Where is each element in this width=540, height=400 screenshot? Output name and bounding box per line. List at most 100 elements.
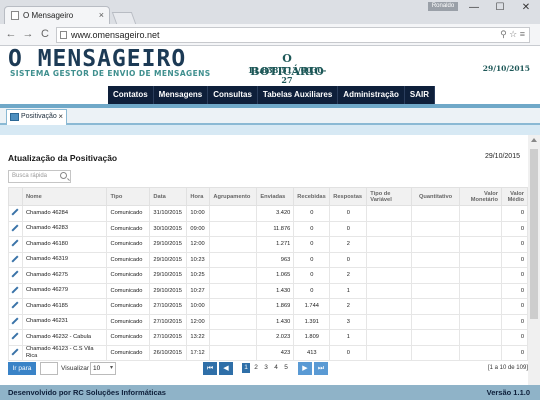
per-page-select[interactable]: 10 [90, 362, 116, 375]
address-bar-area: ← → C www.omensageiro.net ⚲ ☆ ≡ [0, 24, 540, 46]
toolbar-band [0, 125, 540, 135]
table-row[interactable]: Chamado 46279 Comunicado 29/10/2015 10:27 1.… [8, 282, 529, 299]
table-row[interactable]: Chamado 46284 Comunicado 31/10/2015 10:00 3.… [8, 205, 529, 222]
positivacao-table: Nome Tipo Data Hora Agrupamento Enviadas… [8, 187, 529, 361]
table-cell: Chamado 46279 [21, 282, 108, 299]
table-cell: 3.420 [256, 205, 295, 222]
column-header[interactable]: Agrupamento [209, 187, 258, 206]
forward-icon[interactable]: → [21, 28, 35, 40]
close-window-icon[interactable]: ✕ [514, 2, 538, 13]
scrollbar-thumb[interactable] [530, 149, 538, 319]
column-header[interactable]: Quantitativo [411, 187, 461, 206]
browser-tab[interactable]: O Mensageiro × [4, 6, 110, 24]
close-tab-icon[interactable]: × [99, 10, 104, 20]
menu-item-tabelas-auxiliares[interactable]: Tabelas Auxiliares [258, 86, 339, 104]
table-cell: Chamado 46180 [21, 236, 108, 253]
menu-item-consultas[interactable]: Consultas [208, 86, 258, 104]
table-cell: Chamado 46232 - Cabula [21, 329, 108, 346]
previous-page-icon[interactable]: ◀ [219, 362, 233, 375]
scroll-up-icon[interactable] [531, 138, 537, 142]
close-icon[interactable]: × [58, 112, 63, 121]
edit-row-button[interactable] [8, 282, 23, 299]
edit-row-button[interactable] [8, 329, 23, 346]
table-cell: 0 [500, 267, 529, 284]
search-input[interactable]: Busca rápida [8, 170, 71, 183]
url-input[interactable]: www.omensageiro.net ⚲ ☆ ≡ [56, 27, 530, 43]
edit-row-button[interactable] [8, 267, 23, 284]
reload-icon[interactable]: C [38, 28, 52, 40]
edit-row-button[interactable] [8, 220, 23, 237]
table-cell [411, 267, 461, 284]
table-cell [209, 298, 258, 315]
column-header[interactable]: Valor Médio [500, 187, 529, 206]
column-header[interactable]: Respostas [329, 187, 368, 206]
table-cell [209, 313, 258, 330]
table-cell: Comunicado [106, 282, 151, 299]
table-row[interactable]: Chamado 46123 - C.S Vila Rica Comunicado 2… [8, 344, 529, 361]
table-cell: 10:25 [186, 267, 211, 284]
page-link-3[interactable]: 3 [262, 364, 270, 371]
table-row[interactable]: Chamado 46275 Comunicado 29/10/2015 10:25 1.… [8, 267, 529, 284]
table-row[interactable]: Chamado 46231 Comunicado 27/10/2015 12:00 1.… [8, 313, 529, 330]
table-cell: Chamado 46123 - C.S Vila Rica [21, 344, 108, 361]
edit-row-button[interactable] [8, 251, 23, 268]
go-to-page-button[interactable]: Ir para [8, 362, 36, 375]
table-cell: Chamado 46231 [21, 313, 108, 330]
page-link-1[interactable]: 1 [242, 363, 250, 373]
edit-row-button[interactable] [8, 313, 23, 330]
column-header[interactable]: Tipo de Variável [366, 187, 413, 206]
edit-row-button[interactable] [8, 344, 23, 361]
table-row[interactable]: Chamado 46319 Comunicado 29/10/2015 10:23 96… [8, 251, 529, 268]
search-icon[interactable] [60, 172, 67, 179]
minimize-icon[interactable]: — [462, 2, 486, 13]
edit-column-header [8, 187, 23, 206]
maximize-icon[interactable]: ☐ [488, 2, 512, 13]
table-cell: Chamado 46283 [21, 220, 108, 237]
column-header[interactable]: Nome [21, 187, 108, 206]
menu-item-mensagens[interactable]: Mensagens [154, 86, 209, 104]
table-cell [209, 220, 258, 237]
vertical-scrollbar[interactable] [528, 135, 540, 385]
menu-item-contatos[interactable]: Contatos [108, 86, 154, 104]
column-header[interactable]: Tipo [106, 187, 151, 206]
table-cell [366, 205, 413, 222]
page-link-2[interactable]: 2 [252, 364, 260, 371]
menu-item-administracao[interactable]: Administração [338, 86, 405, 104]
browser-tools-icon[interactable]: ⚲ ☆ ≡ [500, 29, 525, 40]
table-cell [209, 251, 258, 268]
profile-badge[interactable]: Ronaldo [428, 2, 458, 11]
tab-positivacao[interactable]: Positivação × [6, 109, 67, 125]
table-row[interactable]: Chamado 46232 - Cabula Comunicado 27/10/20… [8, 329, 529, 346]
column-header[interactable]: Recebidas [293, 187, 331, 206]
pencil-icon [11, 255, 20, 263]
table-cell [459, 329, 502, 346]
column-header[interactable]: Valor Monetário [459, 187, 502, 206]
back-icon[interactable]: ← [4, 28, 18, 40]
table-cell: 1 [329, 329, 368, 346]
menu-item-sair[interactable]: SAIR [405, 86, 435, 104]
table-row[interactable]: Chamado 46283 Comunicado 30/10/2015 09:00 11… [8, 220, 529, 237]
column-header[interactable]: Enviadas [256, 187, 295, 206]
page-link-5[interactable]: 5 [282, 364, 290, 371]
column-header[interactable]: Data [149, 187, 188, 206]
edit-row-button[interactable] [8, 298, 23, 315]
table-cell: 0 [329, 344, 368, 361]
edit-row-button[interactable] [8, 205, 23, 222]
table-cell: 0 [293, 267, 331, 284]
page-number-input[interactable] [40, 362, 58, 375]
next-page-icon[interactable]: ▶ [298, 362, 312, 375]
new-tab-button[interactable] [111, 12, 137, 24]
table-row[interactable]: Chamado 46180 Comunicado 29/10/2015 12:00 1.… [8, 236, 529, 253]
table-cell: Comunicado [106, 267, 151, 284]
first-page-icon[interactable]: ⏮ [203, 362, 217, 375]
table-cell [366, 236, 413, 253]
page-link-4[interactable]: 4 [272, 364, 280, 371]
table-cell: 0 [500, 282, 529, 299]
table-cell: Comunicado [106, 236, 151, 253]
column-header[interactable]: Hora [186, 187, 211, 206]
table-row[interactable]: Chamado 46185 Comunicado 27/10/2015 10:00 1.… [8, 298, 529, 315]
last-page-icon[interactable]: ⏭ [314, 362, 328, 375]
footer-version: Versão 1.1.0 [486, 388, 530, 397]
table-cell: 3 [329, 313, 368, 330]
edit-row-button[interactable] [8, 236, 23, 253]
